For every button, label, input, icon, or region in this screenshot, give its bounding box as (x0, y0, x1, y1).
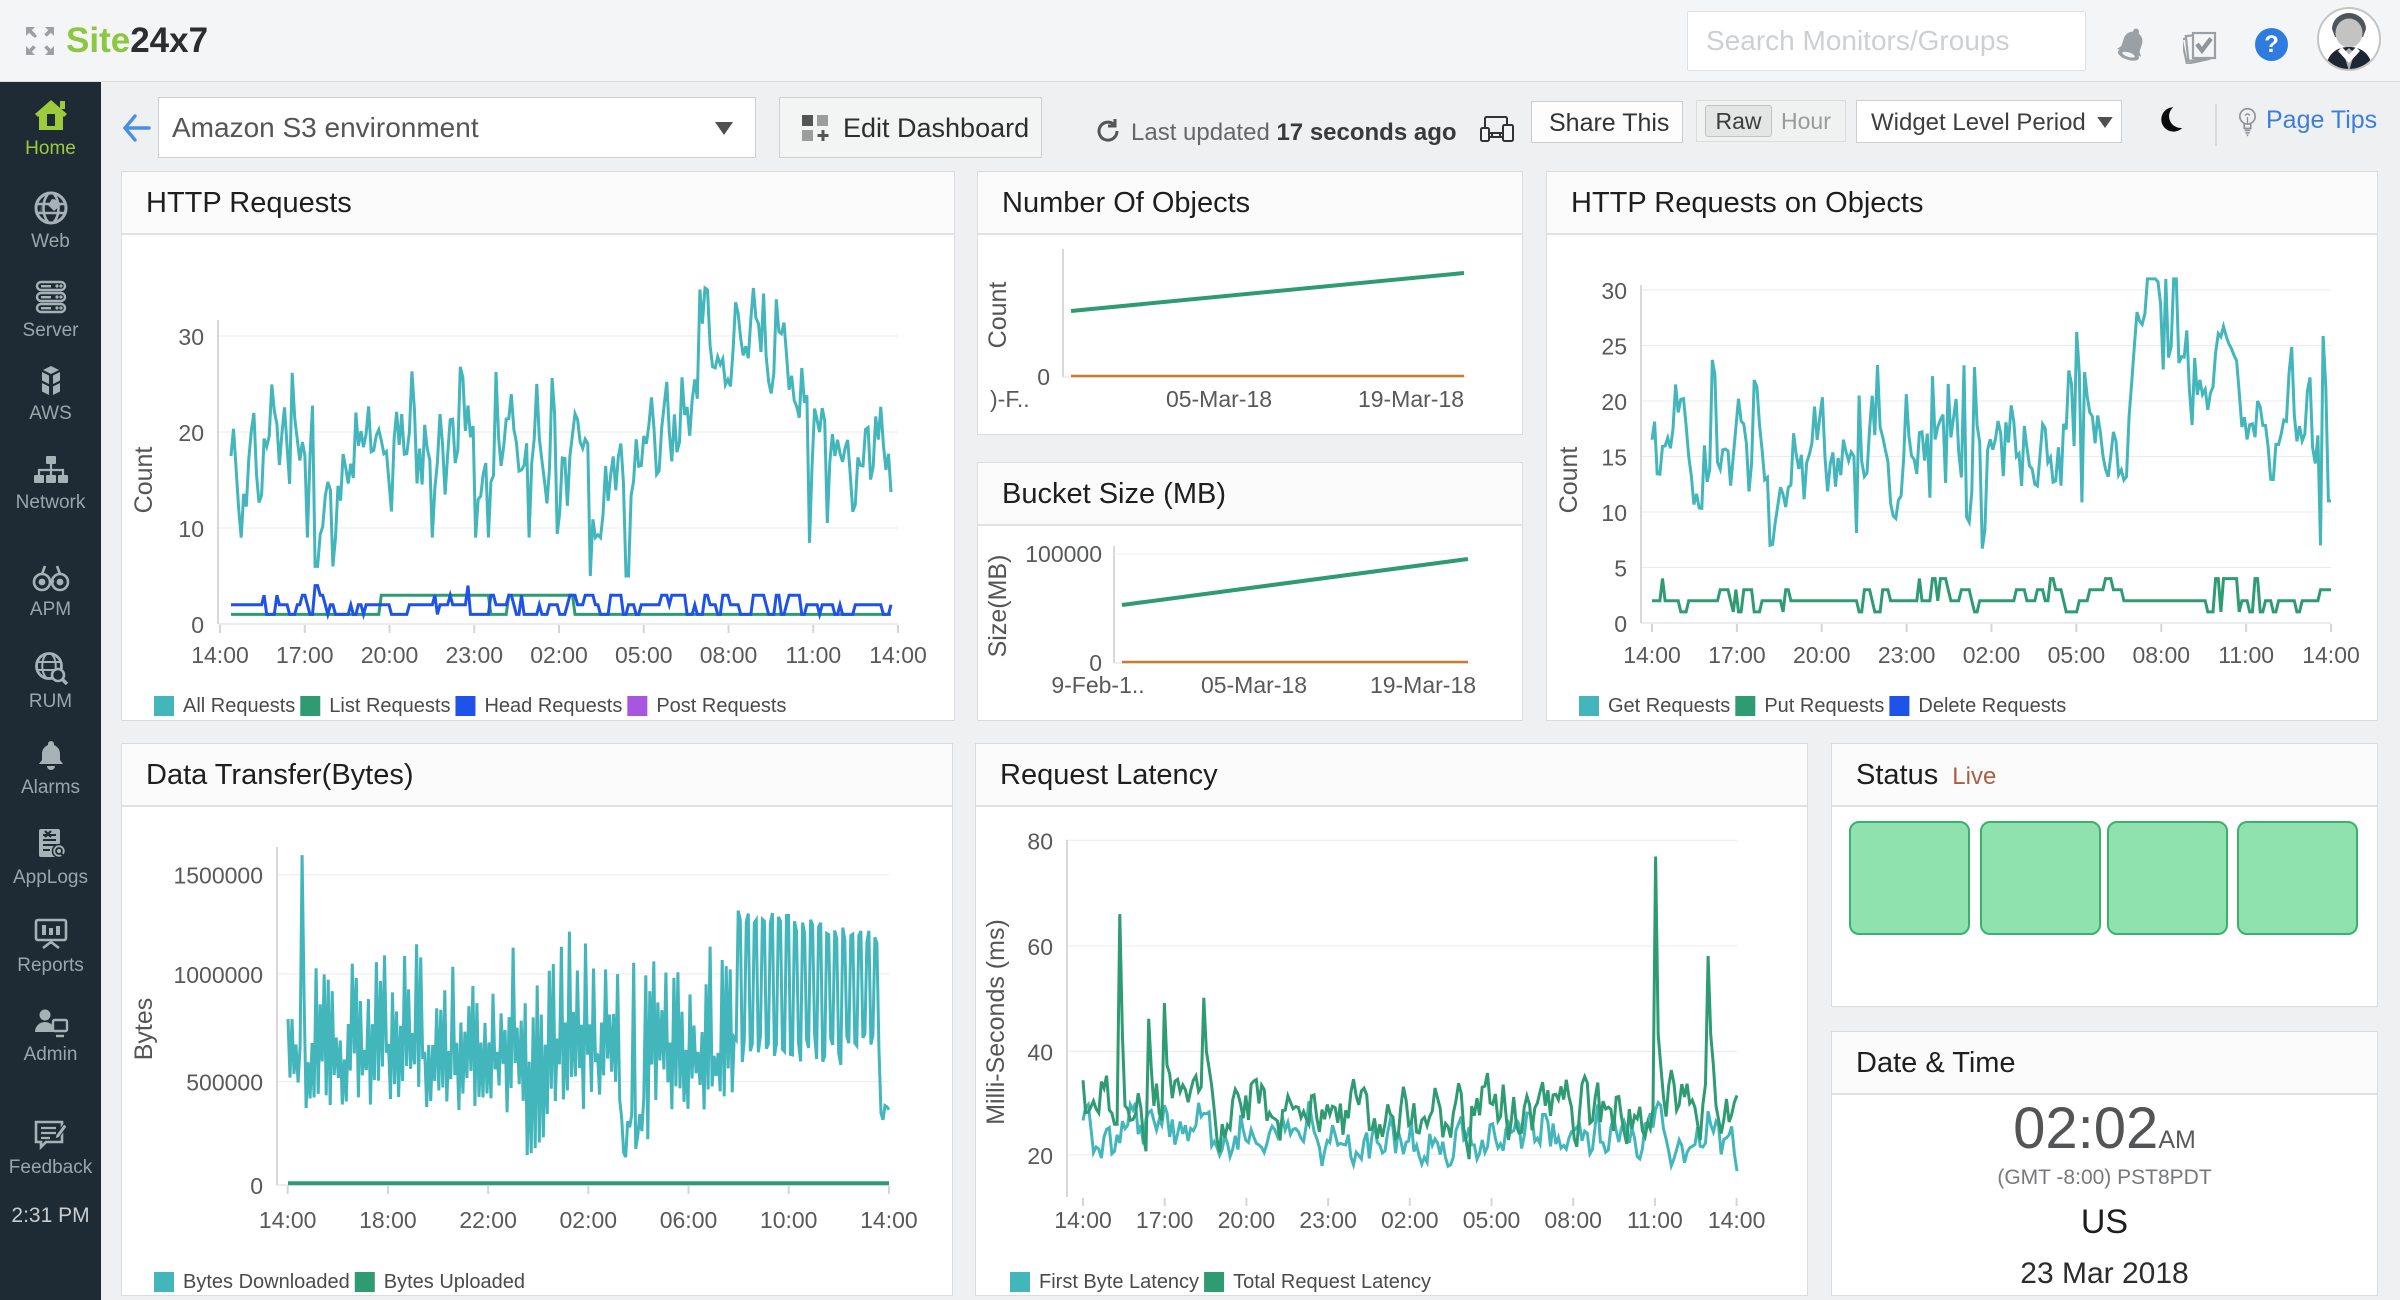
svg-text:08:00: 08:00 (1544, 1207, 1602, 1233)
svg-text:Milli-Seconds (ms): Milli-Seconds (ms) (982, 919, 1010, 1125)
svg-text:25: 25 (1601, 334, 1627, 360)
svg-text:1000000: 1000000 (173, 962, 263, 988)
svg-text:Post Requests: Post Requests (656, 695, 786, 717)
svg-text:Total Request Latency: Total Request Latency (1233, 1271, 1431, 1293)
svg-text:Put Requests: Put Requests (1764, 695, 1884, 717)
svg-text:Count: Count (984, 282, 1012, 349)
svg-text:20: 20 (178, 420, 204, 446)
svg-text:20:00: 20:00 (1793, 642, 1851, 668)
svg-text:08:00: 08:00 (2132, 642, 2190, 668)
svg-text:0: 0 (250, 1173, 263, 1199)
svg-text:Count: Count (130, 447, 158, 514)
svg-text:05:00: 05:00 (1463, 1207, 1521, 1233)
svg-text:Bytes Downloaded: Bytes Downloaded (183, 1271, 350, 1293)
svg-text:)-F..: )-F.. (990, 386, 1030, 412)
svg-text:List Requests: List Requests (329, 695, 450, 717)
svg-text:14:00: 14:00 (259, 1207, 317, 1233)
svg-text:11:00: 11:00 (2218, 642, 2274, 668)
svg-text:14:00: 14:00 (1054, 1207, 1112, 1233)
svg-text:19-Mar-18: 19-Mar-18 (1358, 386, 1464, 412)
svg-text:100000: 100000 (1025, 541, 1102, 567)
svg-text:17:00: 17:00 (1708, 642, 1766, 668)
svg-text:23:00: 23:00 (1299, 1207, 1357, 1233)
svg-text:Delete Requests: Delete Requests (1918, 695, 2066, 717)
svg-text:15: 15 (1601, 445, 1627, 471)
svg-text:10:00: 10:00 (760, 1207, 818, 1233)
svg-text:08:00: 08:00 (700, 642, 758, 668)
svg-text:17:00: 17:00 (1136, 1207, 1194, 1233)
svg-text:9-Feb-1..: 9-Feb-1.. (1051, 672, 1144, 698)
svg-text:17:00: 17:00 (276, 642, 334, 668)
svg-text:Bytes Uploaded: Bytes Uploaded (384, 1271, 525, 1293)
svg-text:02:00: 02:00 (530, 642, 588, 668)
svg-text:22:00: 22:00 (459, 1207, 517, 1233)
svg-text:80: 80 (1027, 828, 1053, 854)
svg-text:05-Mar-18: 05-Mar-18 (1201, 672, 1307, 698)
svg-text:14:00: 14:00 (869, 642, 927, 668)
svg-text:06:00: 06:00 (660, 1207, 718, 1233)
svg-text:14:00: 14:00 (191, 642, 249, 668)
svg-text:First Byte Latency: First Byte Latency (1039, 1271, 1199, 1293)
svg-text:14:00: 14:00 (2302, 642, 2360, 668)
svg-text:14:00: 14:00 (860, 1207, 918, 1233)
svg-text:30: 30 (178, 324, 204, 350)
svg-text:60: 60 (1027, 934, 1053, 960)
svg-text:05:00: 05:00 (2048, 642, 2106, 668)
svg-text:20:00: 20:00 (1218, 1207, 1276, 1233)
svg-text:20: 20 (1601, 389, 1627, 415)
svg-text:20: 20 (1027, 1143, 1053, 1169)
svg-text:02:00: 02:00 (560, 1207, 618, 1233)
svg-text:23:00: 23:00 (1878, 642, 1936, 668)
svg-text:Size(MB): Size(MB) (984, 555, 1012, 658)
svg-text:1500000: 1500000 (173, 863, 263, 889)
svg-text:20:00: 20:00 (361, 642, 419, 668)
svg-text:14:00: 14:00 (1708, 1207, 1766, 1233)
svg-text:11:00: 11:00 (785, 642, 841, 668)
svg-text:18:00: 18:00 (359, 1207, 417, 1233)
svg-text:23:00: 23:00 (445, 642, 503, 668)
svg-text:Head Requests: Head Requests (484, 695, 622, 717)
svg-text:Get Requests: Get Requests (1608, 695, 1730, 717)
svg-text:0: 0 (1614, 611, 1627, 637)
svg-text:10: 10 (178, 516, 204, 542)
svg-text:10: 10 (1601, 500, 1627, 526)
svg-text:500000: 500000 (186, 1070, 263, 1096)
svg-text:19-Mar-18: 19-Mar-18 (1370, 672, 1476, 698)
svg-text:02:00: 02:00 (1963, 642, 2021, 668)
svg-text:05-Mar-18: 05-Mar-18 (1166, 386, 1272, 412)
svg-text:0: 0 (1037, 364, 1050, 390)
svg-text:02:00: 02:00 (1381, 1207, 1439, 1233)
svg-text:11:00: 11:00 (1627, 1207, 1683, 1233)
svg-text:5: 5 (1614, 556, 1627, 582)
svg-text:All Requests: All Requests (183, 695, 295, 717)
svg-text:Bytes: Bytes (130, 998, 158, 1061)
svg-text:05:00: 05:00 (615, 642, 673, 668)
svg-text:30: 30 (1601, 278, 1627, 304)
svg-text:Count: Count (1555, 447, 1583, 514)
svg-text:14:00: 14:00 (1623, 642, 1681, 668)
svg-text:0: 0 (191, 612, 204, 638)
svg-text:40: 40 (1027, 1039, 1053, 1065)
